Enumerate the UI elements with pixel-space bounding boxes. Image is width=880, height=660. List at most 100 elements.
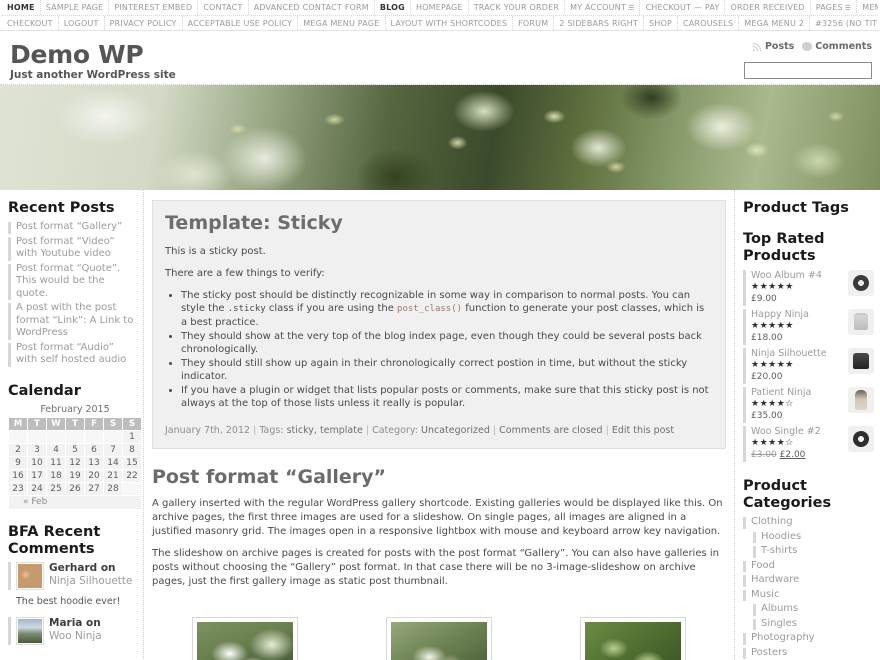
comment-author: Gerhard on	[49, 561, 116, 574]
primary-navigation[interactable]: HOME SAMPLE PAGE PINTEREST EMBED CONTACT ADV…	[0, 0, 880, 31]
nav-item-my-account[interactable]: MY ACCOUNT ☰	[565, 0, 641, 15]
album-icon[interactable]	[848, 270, 874, 296]
avatar-image	[18, 618, 42, 643]
nav-item-label: MY ACCOUNT	[570, 3, 626, 12]
nav-item-label: CHECKOUT — PAY	[645, 3, 720, 12]
product-category-link[interactable]: Singles	[743, 618, 874, 633]
nav-item-privacy-policy[interactable]: PRIVACY POLICY	[105, 16, 183, 30]
nav-item-carousels[interactable]: CAROUSELS	[678, 16, 740, 30]
product-category-link[interactable]: Posters	[743, 647, 874, 660]
single-icon[interactable]	[848, 426, 874, 452]
product-category-link[interactable]: Clothing	[743, 516, 874, 531]
left-sidebar: Recent Posts Post format “Gallery” Post f…	[0, 190, 144, 659]
nav-item-label: SHOP	[648, 19, 672, 28]
nav-item-order-received[interactable]: ORDER RECEIVED	[725, 0, 811, 15]
calendar-day-cell: 24	[27, 481, 47, 496]
calendar-day-cell: 5	[65, 442, 85, 457]
nav-item-mega-menu-2[interactable]: MEGA MENU 2	[739, 16, 811, 30]
nav-item-homepage[interactable]: HOMEPAGE	[411, 0, 469, 15]
product-category-link[interactable]: T-shirts	[743, 545, 874, 560]
post-category-link[interactable]: Uncategorized	[421, 425, 490, 436]
nav-item-logout[interactable]: LOGOUT	[59, 16, 105, 30]
product-category-link[interactable]: Hardware	[743, 574, 874, 589]
product-name[interactable]: Happy Ninja	[751, 309, 844, 321]
top-rated-product-item[interactable]: Woo Single #2 ★★★★☆ £3.00 £2.00	[743, 425, 874, 464]
gallery-item[interactable]: Bush_Closeup Caption	[386, 617, 492, 660]
product-rating-stars: ★★★★☆	[751, 438, 794, 448]
gallery-item[interactable]: Mother Nature	[192, 617, 298, 660]
product-name[interactable]: Woo Album #4	[751, 270, 844, 282]
nav-item-pinterest-embed[interactable]: PINTEREST EMBED	[109, 0, 199, 15]
recent-post-link[interactable]: Post format “Video” with Youtube video	[8, 236, 137, 263]
posts-feed-link[interactable]: Posts	[752, 41, 794, 52]
nav-item-sample-page[interactable]: SAMPLE PAGE	[41, 0, 110, 15]
chevron-down-icon: ☰	[627, 4, 635, 12]
gallery-image-frame[interactable]	[386, 617, 492, 660]
nav-item-checkout-pay[interactable]: CHECKOUT — PAY	[640, 0, 726, 15]
nav-item-3256-no-title[interactable]: #3256 (NO TITLE)	[810, 16, 878, 30]
nav-item-advanced-contact-form[interactable]: ADVANCED CONTACT FORM	[249, 0, 375, 15]
post-tags-link[interactable]: sticky, template	[287, 425, 363, 436]
recent-post-link[interactable]: Post format “Gallery”	[8, 221, 137, 236]
gallery-item[interactable]: A bush	[580, 617, 686, 660]
nav-item-layout-with-shortcodes[interactable]: LAYOUT WITH SHORTCODES	[386, 16, 514, 30]
patient-icon[interactable]	[848, 387, 874, 413]
calendar-day-cell: 20	[84, 468, 104, 483]
comment-post-link[interactable]: Woo Ninja	[49, 630, 102, 643]
comments-feed-link[interactable]: Comments	[802, 41, 872, 52]
nav-item-checkout[interactable]: CHECKOUT	[2, 16, 59, 30]
calendar-week-row: 16 17 18 19 20 21 22	[8, 468, 142, 483]
nav-item-blog[interactable]: BLOG	[375, 0, 411, 15]
gallery-image-frame[interactable]	[192, 617, 298, 660]
product-category-link[interactable]: Music	[743, 589, 874, 604]
recent-post-link[interactable]: Post format “Audio” with self hosted aud…	[8, 342, 137, 369]
nav-item-mega-menu-page[interactable]: MEGA MENU PAGE	[298, 16, 386, 30]
recent-comments-list: Gerhard on Ninja Silhouette The best hoodi…	[8, 561, 137, 645]
gallery-image-mother-nature	[197, 622, 293, 660]
tshirt-icon[interactable]	[848, 348, 874, 374]
calendar-prev-link[interactable]: « Feb	[8, 494, 142, 510]
product-category-link[interactable]: Photography	[743, 632, 874, 647]
top-rated-product-item[interactable]: Patient Ninja ★★★★☆ £35.00	[743, 386, 874, 425]
comment-post-link[interactable]: Ninja Silhouette	[49, 575, 133, 588]
product-category-link[interactable]: Food	[743, 560, 874, 575]
nav-row-secondary: CHECKOUT LOGOUT PRIVACY POLICY ACCEPTABLE U…	[2, 15, 878, 30]
feed-links: Posts Comments	[730, 41, 872, 52]
hoodie-icon[interactable]	[848, 309, 874, 335]
product-name[interactable]: Ninja Silhouette	[751, 348, 844, 360]
calendar-day-cell: 16	[8, 468, 28, 483]
gallery-image-frame[interactable]	[580, 617, 686, 660]
nav-item-label: SAMPLE PAGE	[45, 3, 104, 12]
gallery-image-bush-closeup	[391, 622, 487, 660]
nav-item-contact[interactable]: CONTACT	[198, 0, 249, 15]
nav-item-label: MEMBERS	[862, 3, 878, 12]
widget-top-rated-products: Top Rated Products Woo Album #4 ★★★★★ £9.0…	[743, 231, 874, 464]
recent-comment-item[interactable]: Gerhard on Ninja Silhouette	[8, 561, 137, 590]
nav-item-home[interactable]: HOME	[2, 0, 41, 15]
top-rated-product-item[interactable]: Happy Ninja ★★★★★ £18.00	[743, 308, 874, 347]
top-rated-product-item[interactable]: Woo Album #4 ★★★★★ £9.00	[743, 269, 874, 308]
recent-comment-item[interactable]: Maria on Woo Ninja	[8, 616, 137, 645]
post-comments-status[interactable]: Comments are closed	[499, 425, 602, 436]
product-category-link[interactable]: Albums	[743, 603, 874, 618]
nav-item-members[interactable]: MEMBERS	[857, 0, 878, 15]
sticky-post-title[interactable]: Template: Sticky	[165, 211, 713, 235]
recent-post-link[interactable]: A post with the post format “Link”: A Li…	[8, 302, 137, 342]
top-rated-product-item[interactable]: Ninja Silhouette ★★★★★ £20.00	[743, 347, 874, 386]
nav-item-forum[interactable]: FORUM	[513, 16, 555, 30]
product-category-link[interactable]: Hoodies	[743, 531, 874, 546]
nav-item-2-sidebars-right[interactable]: 2 SIDEBARS RIGHT	[554, 16, 644, 30]
gallery-post-title[interactable]: Post format “Gallery”	[152, 465, 726, 489]
product-name[interactable]: Patient Ninja	[751, 387, 844, 399]
nav-item-label: FORUM	[518, 19, 549, 28]
product-name[interactable]: Woo Single #2	[751, 426, 844, 438]
nav-item-pages[interactable]: PAGES ☰	[811, 0, 858, 15]
nav-item-track-your-order[interactable]: TRACK YOUR ORDER	[469, 0, 566, 15]
calendar-day-cell: 10	[27, 455, 47, 470]
calendar-dayname: F	[84, 416, 104, 431]
nav-item-acceptable-use-policy[interactable]: ACCEPTABLE USE POLICY	[183, 16, 299, 30]
post-edit-link[interactable]: Edit this post	[612, 425, 674, 436]
nav-item-shop[interactable]: SHOP	[644, 16, 678, 30]
recent-post-link[interactable]: Post format “Quote”. This would be the q…	[8, 263, 137, 303]
search-input[interactable]	[744, 61, 872, 79]
